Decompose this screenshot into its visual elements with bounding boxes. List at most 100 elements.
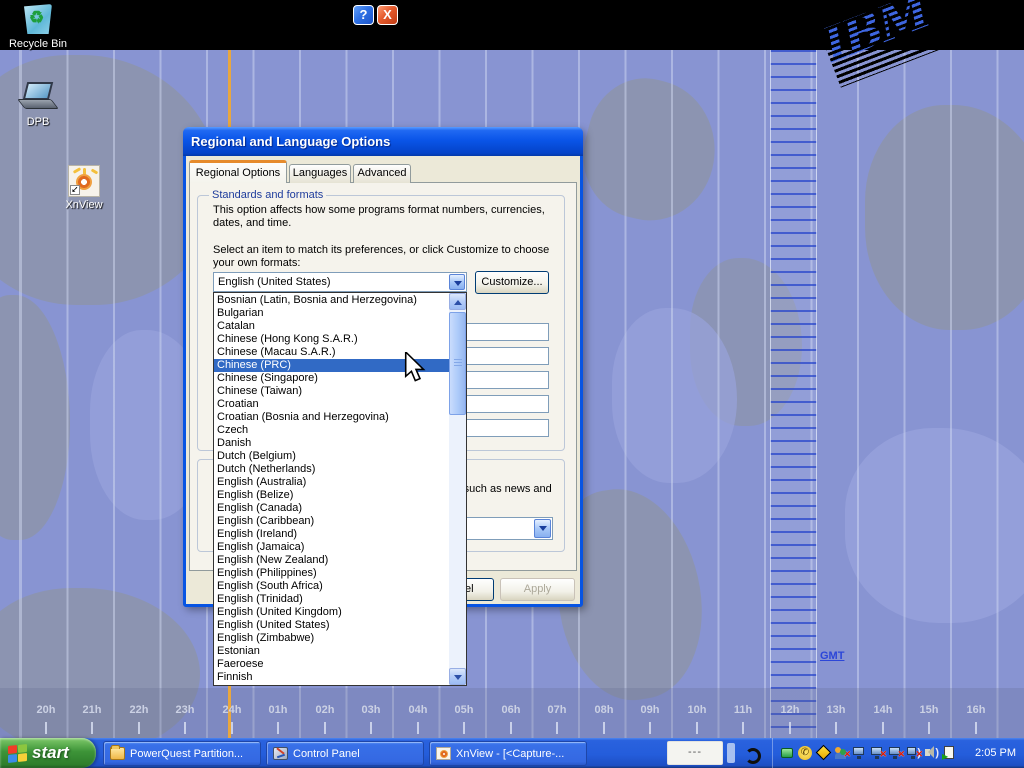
shortcut-arrow-icon [70, 185, 80, 195]
format-combobox-value: English (United States) [218, 276, 331, 288]
desktop-icon-label: Recycle Bin [2, 38, 74, 50]
list-item[interactable]: Faeroese [214, 658, 449, 671]
list-item[interactable]: English (Canada) [214, 502, 449, 515]
format-combobox[interactable]: English (United States) [213, 272, 467, 292]
list-item[interactable]: English (South Africa) [214, 580, 449, 593]
taskbar-button-control-panel[interactable]: Control Panel [266, 741, 424, 766]
apply-button[interactable]: Apply [500, 578, 575, 601]
select-desc-line2: your own formats: [213, 257, 300, 269]
xnview-icon [436, 747, 451, 760]
chevron-down-icon[interactable] [534, 519, 551, 538]
list-item[interactable]: English (Ireland) [214, 528, 449, 541]
list-item[interactable]: Finnish [214, 671, 449, 684]
folder-icon [110, 747, 125, 760]
list-item[interactable]: Danish [214, 437, 449, 450]
taskbar-button-label: XnView - [<Capture-... [456, 748, 564, 760]
time-label: 24h [212, 704, 252, 716]
time-label: 20h [26, 704, 66, 716]
desktop-icon-label: DPB [2, 116, 74, 128]
standards-desc-line1: This option affects how some programs fo… [213, 204, 545, 216]
time-label: 14h [863, 704, 903, 716]
taskbar-button-powerquest[interactable]: PowerQuest Partition... [103, 741, 261, 766]
scroll-down-icon[interactable] [449, 668, 466, 685]
list-item[interactable]: English (Zimbabwe) [214, 632, 449, 645]
dropdown-scrollbar[interactable] [449, 293, 466, 685]
list-item[interactable]: English (Trinidad) [214, 593, 449, 606]
tab-regional-options[interactable]: Regional Options [189, 160, 287, 183]
list-item[interactable]: Chinese (Hong Kong S.A.R.) [214, 333, 449, 346]
time-label: 03h [351, 704, 391, 716]
offline-users-icon[interactable]: ✕ [833, 745, 849, 761]
desktop-icon-recycle-bin[interactable]: Recycle Bin [2, 4, 74, 50]
list-item[interactable]: English (Jamaica) [214, 541, 449, 554]
time-label: 11h [723, 704, 763, 716]
time-label: 05h [444, 704, 484, 716]
close-button[interactable]: X [377, 5, 398, 25]
chevron-down-icon[interactable] [449, 274, 465, 290]
start-button[interactable]: start [0, 738, 96, 768]
scrollbar-thumb[interactable] [449, 312, 466, 415]
time-label: 10h [677, 704, 717, 716]
windows-flag-icon [8, 744, 27, 763]
list-item[interactable]: Croatian [214, 398, 449, 411]
dialog-titlebar[interactable]: Regional and Language Options [183, 127, 583, 156]
removed-device-icon[interactable]: ✕ [869, 745, 885, 761]
power-plug-icon [742, 746, 757, 760]
list-item[interactable]: English (United Kingdom) [214, 606, 449, 619]
list-item[interactable]: Estonian [214, 645, 449, 658]
list-item[interactable]: Croatian (Bosnia and Herzegovina) [214, 411, 449, 424]
list-item[interactable]: English (Caribbean) [214, 515, 449, 528]
time-label: 01h [258, 704, 298, 716]
taskbar: start PowerQuest Partition... Control Pa… [0, 738, 1024, 768]
customize-button[interactable]: Customize... [475, 271, 549, 294]
desktop-icon-xnview[interactable]: XnView [48, 165, 120, 211]
list-item[interactable]: English (Philippines) [214, 567, 449, 580]
network-drive-offline-icon[interactable]: ✕ [887, 745, 903, 761]
time-label: 13h [816, 704, 856, 716]
time-label: 16h [956, 704, 996, 716]
time-label: 09h [630, 704, 670, 716]
start-label: start [32, 743, 69, 763]
list-item[interactable]: Bosnian (Latin, Bosnia and Herzegovina) [214, 294, 449, 307]
time-label: 02h [305, 704, 345, 716]
list-item[interactable]: English (Belize) [214, 489, 449, 502]
list-item[interactable]: Czech [214, 424, 449, 437]
gmt-label: GMT [820, 650, 844, 662]
toolbar-grip[interactable] [727, 743, 735, 763]
capture-app-icon[interactable] [941, 745, 957, 761]
address-toolbar[interactable]: --- [667, 741, 723, 765]
network-computers-icon[interactable] [851, 745, 867, 761]
list-item[interactable]: Bulgarian [214, 307, 449, 320]
list-item[interactable]: English (New Zealand) [214, 554, 449, 567]
modem-phone-icon[interactable]: ✆ [797, 745, 813, 761]
taskbar-button-label: Control Panel [293, 748, 360, 760]
scroll-up-icon[interactable] [449, 293, 466, 310]
list-item[interactable]: Chinese (Taiwan) [214, 385, 449, 398]
tab-languages[interactable]: Languages [289, 164, 351, 183]
pc-card-icon[interactable] [779, 745, 795, 761]
time-label: 08h [584, 704, 624, 716]
volume-icon[interactable] [923, 745, 939, 761]
list-item[interactable]: English (Australia) [214, 476, 449, 489]
tray-clock[interactable]: 2:05 PM [975, 738, 1016, 768]
desktop-screen: GMT 20h 21h 22h 23h 24h 01h 02h 03h 04h … [0, 0, 1024, 768]
standards-group-label: Standards and formats [209, 189, 326, 201]
standards-desc-line2: dates, and time. [213, 217, 291, 229]
list-item[interactable]: Dutch (Belgium) [214, 450, 449, 463]
time-label: 22h [119, 704, 159, 716]
time-label: 21h [72, 704, 112, 716]
wireless-offline-icon[interactable]: ✕ [905, 745, 921, 761]
time-label: 06h [491, 704, 531, 716]
tab-advanced[interactable]: Advanced [353, 164, 411, 183]
time-label: 04h [398, 704, 438, 716]
list-item[interactable]: English (United States) [214, 619, 449, 632]
taskbar-button-xnview[interactable]: XnView - [<Capture-... [429, 741, 587, 766]
mouse-cursor [404, 352, 426, 382]
control-panel-icon [273, 747, 288, 760]
list-item[interactable]: Catalan [214, 320, 449, 333]
recycle-bin-icon [21, 4, 55, 36]
antivirus-diamond-icon[interactable] [815, 745, 831, 761]
help-button[interactable]: ? [353, 5, 374, 25]
list-item[interactable]: Dutch (Netherlands) [214, 463, 449, 476]
desktop-icon-dpb[interactable]: DPB [2, 82, 74, 128]
